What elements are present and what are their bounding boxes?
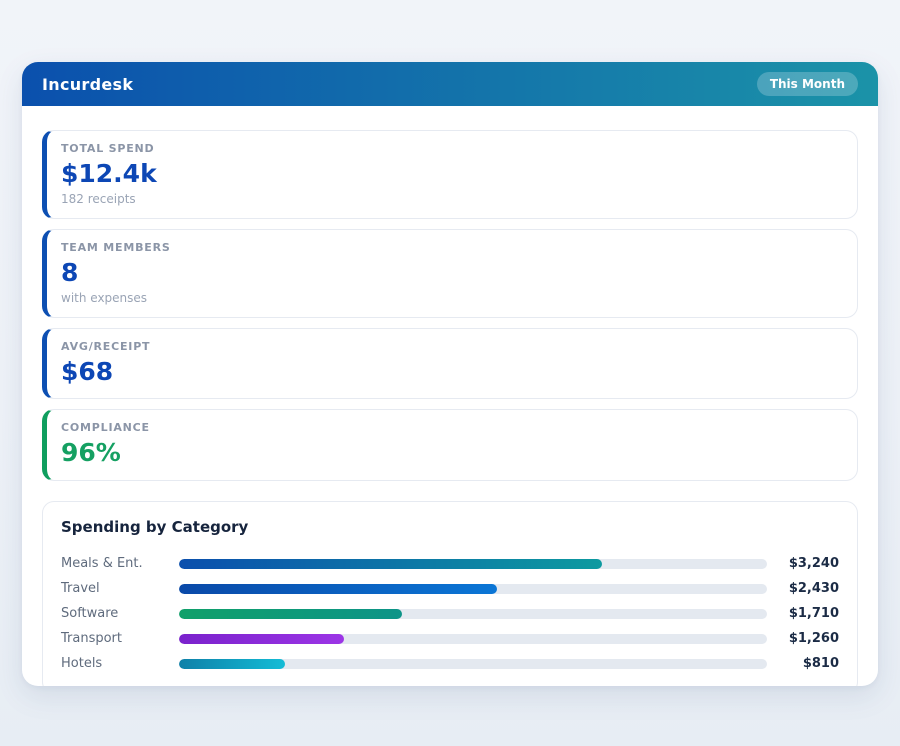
bar-track (179, 559, 767, 569)
category-value: $1,260 (767, 631, 839, 646)
stat-value: $12.4k (61, 160, 839, 189)
category-value: $3,240 (767, 556, 839, 571)
chart-row: Travel $2,430 (61, 576, 839, 601)
chart-row: Meals & Ent. $3,240 (61, 551, 839, 576)
category-label: Travel (61, 581, 179, 596)
category-value: $810 (767, 656, 839, 671)
stat-card-avg-receipt: AVG/RECEIPT $68 (42, 328, 858, 400)
category-value: $2,430 (767, 581, 839, 596)
this-month-badge[interactable]: This Month (757, 72, 858, 96)
category-label: Transport (61, 631, 179, 646)
bar-fill (179, 609, 402, 619)
bar-fill (179, 634, 344, 644)
stat-label: COMPLIANCE (61, 421, 839, 434)
stat-card-compliance: COMPLIANCE 96% (42, 409, 858, 481)
stat-card-total-spend: TOTAL SPEND $12.4k 182 receipts (42, 130, 858, 219)
category-label: Meals & Ent. (61, 556, 179, 571)
chart-title: Spending by Category (61, 518, 839, 536)
app-header: Incurdesk This Month (22, 62, 878, 106)
stat-sub: 182 receipts (61, 192, 839, 206)
dashboard-content: TOTAL SPEND $12.4k 182 receipts TEAM MEM… (22, 106, 878, 686)
category-label: Hotels (61, 656, 179, 671)
app-title: Incurdesk (42, 75, 133, 94)
stat-card-team-members: TEAM MEMBERS 8 with expenses (42, 229, 858, 318)
app-card: Incurdesk This Month TOTAL SPEND $12.4k … (22, 62, 878, 686)
stat-label: TEAM MEMBERS (61, 241, 839, 254)
bar-track (179, 609, 767, 619)
chart-row: Transport $1,260 (61, 626, 839, 651)
stat-value: 96% (61, 439, 839, 468)
spending-by-category-card: Spending by Category Meals & Ent. $3,240… (42, 501, 858, 686)
stat-value: $68 (61, 358, 839, 387)
bar-track (179, 659, 767, 669)
bar-fill (179, 584, 497, 594)
category-value: $1,710 (767, 606, 839, 621)
bar-fill (179, 659, 285, 669)
page-background: Incurdesk This Month TOTAL SPEND $12.4k … (0, 0, 900, 746)
stat-value: 8 (61, 259, 839, 288)
chart-row: Software $1,710 (61, 601, 839, 626)
stat-label: AVG/RECEIPT (61, 340, 839, 353)
chart-row: Hotels $810 (61, 651, 839, 676)
stat-sub: with expenses (61, 291, 839, 305)
bar-track (179, 634, 767, 644)
stat-label: TOTAL SPEND (61, 142, 839, 155)
bar-track (179, 584, 767, 594)
category-label: Software (61, 606, 179, 621)
bar-fill (179, 559, 602, 569)
